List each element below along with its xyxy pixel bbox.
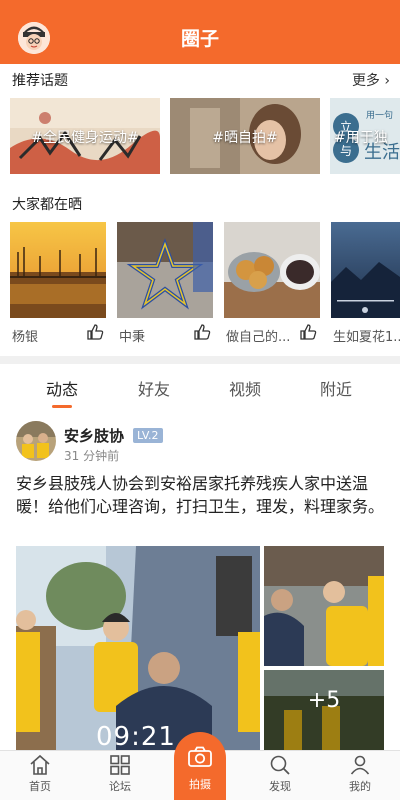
tabbar-label: 首页 <box>29 780 51 793</box>
post-image-3[interactable]: +5 <box>264 670 384 750</box>
showcase-photo-star[interactable] <box>117 222 213 318</box>
post-author-avatar[interactable] <box>16 421 56 461</box>
showcase-name: 杨银 <box>12 330 39 345</box>
topic-card-alone[interactable]: 立 与 用一句 生活 #用于独 <box>330 98 400 174</box>
showcase-photo-sunset[interactable] <box>10 222 106 318</box>
more-images-count: +5 <box>307 688 341 713</box>
post-time: 31 分钟前 <box>64 449 120 463</box>
like-icon[interactable] <box>86 323 104 341</box>
tabbar-discover[interactable]: 发现 <box>250 753 310 794</box>
topics-section-title: 推荐话题 <box>12 73 68 89</box>
tab-friends[interactable]: 好友 <box>138 376 170 400</box>
section-divider <box>0 356 400 364</box>
tabbar-label: 拍摄 <box>189 778 211 791</box>
topics-more-link[interactable]: 更多 › <box>352 70 390 90</box>
post-image-2[interactable] <box>264 546 384 666</box>
post-text[interactable]: 安乡县肢残人协会到安裕居家托养残疾人家中送温暖！给他们心理咨询，打扫卫生，理发，… <box>16 472 384 518</box>
tab-nearby[interactable]: 附近 <box>320 376 352 400</box>
like-icon[interactable] <box>193 323 211 341</box>
camera-icon <box>188 746 212 767</box>
level-badge: LV.2 <box>133 428 163 443</box>
tabbar-forum[interactable]: 论坛 <box>90 753 150 794</box>
like-icon[interactable] <box>299 323 317 341</box>
tabbar-label: 发现 <box>269 780 291 793</box>
topic-card-fitness[interactable]: #全民健身运动# <box>10 98 160 174</box>
topic-label: #用于独 <box>334 130 388 146</box>
topic-label: #晒自拍# <box>212 130 278 146</box>
showcase-section-title: 大家都在晒 <box>12 197 82 213</box>
post-image-main[interactable]: 09:21 <box>16 546 260 750</box>
tabbar-mine[interactable]: 我的 <box>330 753 390 794</box>
tab-video[interactable]: 视频 <box>229 376 261 400</box>
showcase-photo-music[interactable] <box>331 222 400 318</box>
search-icon <box>270 755 290 775</box>
topic-label: #全民健身运动# <box>31 130 139 146</box>
tabbar-home[interactable]: 首页 <box>10 753 70 794</box>
showcase-name: 生如夏花1... <box>333 330 400 345</box>
showcase-name: 中秉 <box>119 330 146 345</box>
tab-dynamics[interactable]: 动态 <box>46 376 78 400</box>
showcase-name: 做自己的... <box>226 330 291 345</box>
post-author-name[interactable]: 安乡肢协 <box>64 425 124 446</box>
svg-text:用一句: 用一句 <box>366 109 393 121</box>
active-tab-indicator <box>52 405 72 408</box>
top-bar: 圈子 <box>0 0 400 64</box>
topic-card-selfie[interactable]: #晒自拍# <box>170 98 320 174</box>
home-icon <box>30 754 50 775</box>
grid-icon <box>110 755 130 775</box>
showcase-photo-food[interactable] <box>224 222 320 318</box>
tabbar-label: 我的 <box>349 780 371 793</box>
user-icon <box>350 755 370 775</box>
tabbar-shoot-button[interactable]: 拍摄 <box>174 732 226 800</box>
tabbar-label: 论坛 <box>109 780 131 793</box>
video-time: 09:21 <box>96 722 176 750</box>
page-title: 圈子 <box>180 28 219 50</box>
